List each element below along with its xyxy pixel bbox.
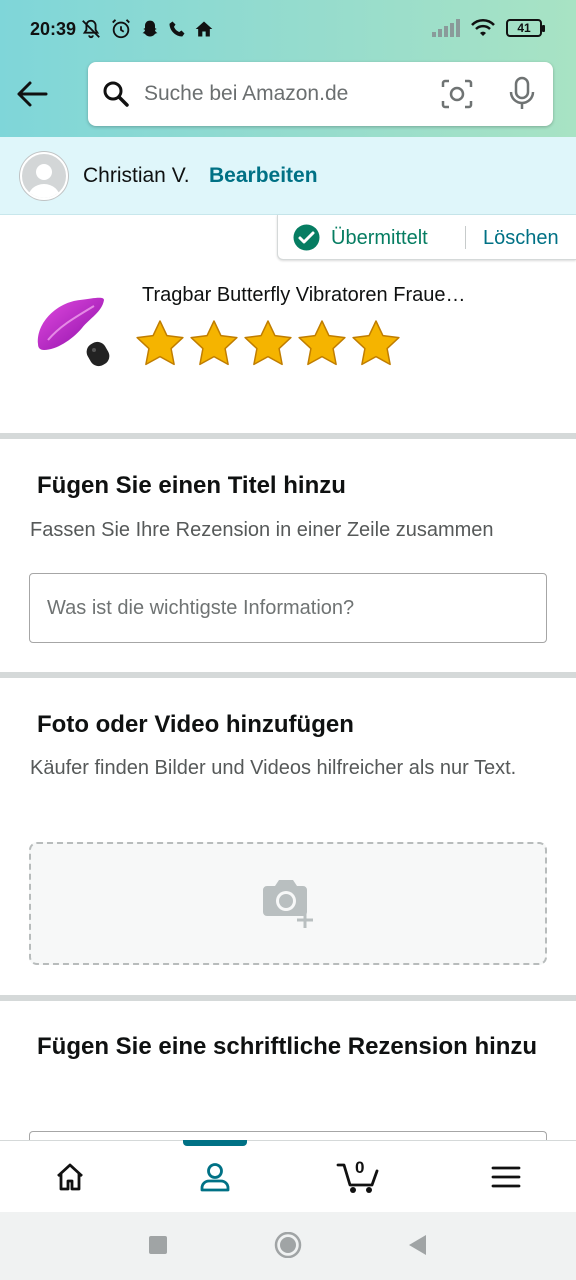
home-icon — [195, 21, 213, 37]
media-upload-area[interactable] — [29, 842, 547, 965]
section-divider — [0, 995, 576, 1001]
star-icon[interactable] — [296, 318, 348, 370]
check-circle-icon — [293, 224, 320, 251]
product-title[interactable]: Tragbar Butterfly Vibratoren Fraue… — [142, 284, 542, 307]
system-navigation-bar — [0, 1212, 576, 1280]
back-arrow-icon — [17, 81, 48, 107]
written-section-heading: Fügen Sie eine schriftliche Rezension hi… — [37, 1033, 538, 1060]
system-back-icon[interactable] — [406, 1232, 428, 1258]
submitted-status: Übermittelt — [331, 227, 428, 249]
divider — [465, 226, 466, 249]
section-divider — [0, 672, 576, 678]
status-icons-left — [80, 18, 214, 40]
battery-icon: 41 — [506, 19, 545, 37]
status-bar: 20:39 41 — [0, 0, 576, 60]
system-home-icon[interactable] — [274, 1232, 302, 1258]
cart-count-badge: 0 — [355, 1158, 365, 1177]
menu-icon — [491, 1166, 521, 1188]
signal-icon — [432, 19, 460, 37]
nav-home[interactable] — [30, 1141, 110, 1213]
review-title-input[interactable] — [29, 573, 547, 643]
microphone-icon[interactable] — [508, 76, 536, 112]
account-icon — [200, 1163, 230, 1192]
status-time: 20:39 — [30, 19, 77, 39]
status-icons-right: 41 — [432, 18, 545, 38]
star-icon[interactable] — [350, 318, 402, 370]
user-avatar-icon — [28, 164, 60, 198]
user-bar: Christian V. Bearbeiten — [0, 137, 576, 215]
nav-account[interactable] — [175, 1141, 255, 1213]
section-divider — [0, 433, 576, 439]
alarm-icon — [112, 19, 130, 39]
star-icon[interactable] — [242, 318, 294, 370]
add-photo-icon — [263, 880, 313, 928]
avatar — [20, 152, 68, 200]
title-section-subtext: Fassen Sie Ihre Rezension in einer Zeile… — [30, 519, 494, 541]
review-status-bar: Übermittelt Löschen — [277, 215, 576, 260]
home-icon — [57, 1163, 83, 1191]
media-section-subtext: Käufer finden Bilder und Videos hilfreic… — [30, 757, 517, 779]
media-section-heading: Foto oder Video hinzufügen — [37, 711, 354, 738]
phone-icon — [169, 21, 185, 37]
search-box[interactable] — [88, 62, 553, 126]
search-icon — [103, 81, 129, 107]
product-image — [37, 297, 110, 367]
delete-review-link[interactable]: Löschen — [483, 227, 559, 250]
wifi-icon — [471, 18, 495, 36]
star-rating[interactable] — [134, 318, 402, 370]
mute-icon — [82, 19, 100, 39]
search-input[interactable] — [144, 62, 424, 126]
user-name: Christian V. — [83, 164, 190, 187]
title-section-heading: Fügen Sie einen Titel hinzu — [37, 472, 346, 499]
snapchat-icon — [142, 20, 158, 37]
edit-profile-link[interactable]: Bearbeiten — [209, 164, 318, 188]
product-summary: Tragbar Butterfly Vibratoren Fraue… — [0, 270, 576, 430]
back-button[interactable] — [14, 74, 50, 114]
camera-lens-icon[interactable] — [440, 78, 474, 110]
star-icon[interactable] — [188, 318, 240, 370]
star-icon[interactable] — [134, 318, 186, 370]
bottom-navigation — [0, 1140, 576, 1212]
nav-menu[interactable] — [466, 1141, 546, 1213]
recent-apps-icon[interactable] — [148, 1232, 168, 1258]
